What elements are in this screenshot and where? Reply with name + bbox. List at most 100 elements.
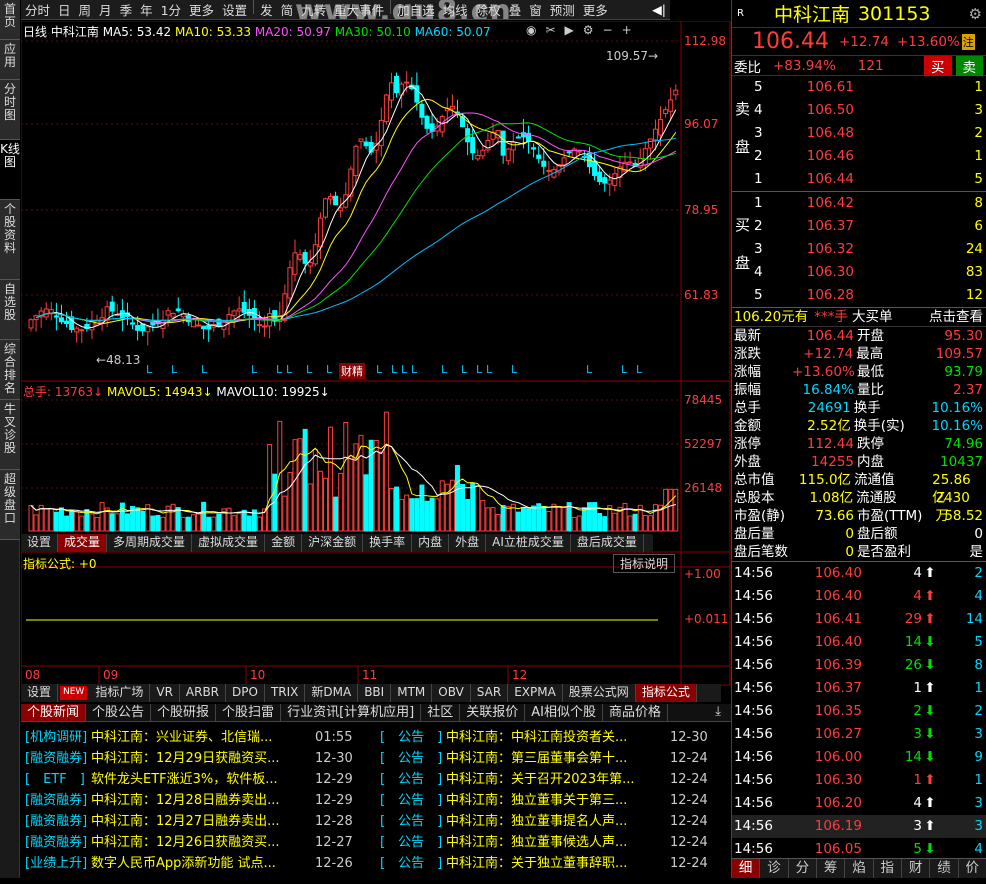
indtabs-2[interactable]: 指标广场: [89, 684, 151, 702]
kline-chart[interactable]: 112.98 96.07 78.95 61.83 78445 52297 26148 +1.0…: [21, 21, 731, 686]
indtabs-10[interactable]: OBV: [432, 684, 471, 702]
book-row[interactable]: 4 106.50 3: [732, 99, 986, 122]
indtabs-5[interactable]: DPO: [226, 684, 265, 702]
news-item[interactable]: [融资融券] 中科江南：12月29日获融资买... 12-30: [25, 748, 376, 769]
voltabs-2[interactable]: 多周期成交量: [107, 534, 193, 552]
newstabs-3[interactable]: 个股扫雷: [216, 704, 282, 721]
voltabs-8[interactable]: 外盘: [449, 534, 487, 552]
voltabs-9[interactable]: AI立桩成交量: [486, 534, 571, 552]
toolbar-item-1[interactable]: 日: [54, 0, 75, 19]
news-item[interactable]: [融资融券] 中科江南：12月26日获融资买... 12-27: [25, 832, 376, 853]
news-title[interactable]: 数字人民币App添新功能 试点...: [91, 853, 311, 874]
news-item[interactable]: [ 公告 ] 中科江南：关于独立董事辞职... 12-24: [380, 853, 731, 874]
newstabs-1[interactable]: 个股公告: [86, 704, 152, 721]
news-title[interactable]: 中科江南：12月28日融券卖出...: [91, 790, 311, 811]
newstabs-5[interactable]: 社区: [421, 704, 461, 721]
indtabs-8[interactable]: BBI: [358, 684, 392, 702]
sidebar-toggle-icon[interactable]: ◀|: [648, 2, 670, 17]
news-title[interactable]: 软件龙头ETF涨近3%，软件板...: [91, 769, 311, 790]
news-item[interactable]: [机构调研] 中科江南：兴业证券、北信瑞... 01:55: [25, 727, 376, 748]
indtabs-13[interactable]: 股票公式网: [563, 684, 636, 702]
plus-icon[interactable]: +: [622, 23, 632, 37]
left-tab-7[interactable]: 牛叉诊股: [0, 400, 20, 470]
voltabs-1[interactable]: 成交量: [58, 534, 108, 552]
book-row[interactable]: 4 106.30 83: [732, 261, 986, 284]
indtabs-6[interactable]: TRIX: [265, 684, 306, 702]
toolbar-item-2[interactable]: 周: [75, 0, 96, 19]
book-row[interactable]: 3 106.48 2: [732, 122, 986, 145]
finance-badge[interactable]: 财精: [339, 363, 365, 379]
eye-icon[interactable]: ◉: [526, 23, 536, 37]
bottom-tab-0[interactable]: 细: [732, 859, 761, 878]
toolbar-item-5[interactable]: 年: [136, 0, 157, 19]
indtabs-11[interactable]: SAR: [471, 684, 509, 702]
indicator-explain-button[interactable]: 指标说明: [613, 554, 676, 573]
bottom-tab-7[interactable]: 绩: [930, 859, 959, 878]
news-title[interactable]: 中科江南：12月29日获融资买...: [91, 748, 311, 769]
voltabs-4[interactable]: 金额: [265, 534, 303, 552]
news-title[interactable]: 中科江南：12月26日获融资买...: [91, 832, 311, 853]
bottom-tab-3[interactable]: 筹: [817, 859, 846, 878]
news-item[interactable]: [ 公告 ] 中科江南：第三届董事会第十... 12-24: [380, 748, 731, 769]
indtabs-7[interactable]: 新DMA: [305, 684, 359, 702]
toolbar-item-0[interactable]: 分时: [21, 0, 54, 19]
big-order-link[interactable]: 点击查看: [929, 308, 983, 326]
left-tab-0[interactable]: 首页: [0, 0, 20, 40]
sell-button[interactable]: 卖: [955, 55, 983, 76]
news-item[interactable]: [ ETF ] 软件龙头ETF涨近3%，软件板... 12-29: [25, 769, 376, 790]
news-item[interactable]: [ 公告 ] 中科江南：关于召开2023年第... 12-24: [380, 769, 731, 790]
indtabs-4[interactable]: ARBR: [180, 684, 227, 702]
note-badge[interactable]: 注: [961, 33, 975, 50]
book-row[interactable]: 2 106.37 6: [732, 215, 986, 238]
news-title[interactable]: 中科江南：独立董事提名人声...: [446, 811, 666, 832]
play-icon[interactable]: ▶: [565, 23, 574, 37]
news-item[interactable]: [融资融券] 中科江南：12月27日融券卖出... 12-28: [25, 811, 376, 832]
indtabs-0[interactable]: 设置: [21, 684, 59, 702]
gear-icon[interactable]: ⚙: [969, 5, 982, 23]
newstabs-6[interactable]: 关联报价: [460, 704, 526, 721]
voltabs-6[interactable]: 换手率: [363, 534, 413, 552]
news-title[interactable]: 中科江南：独立董事候选人声...: [446, 832, 666, 853]
left-tab-2[interactable]: 分时图: [0, 80, 20, 140]
book-row[interactable]: 1 106.42 8: [732, 192, 986, 215]
toolbar-item-6[interactable]: 1分: [157, 0, 185, 19]
indtabs-9[interactable]: MTM: [391, 684, 433, 702]
toolbar-item-8[interactable]: 设置: [218, 0, 251, 19]
left-tab-8[interactable]: 超级盘口: [0, 470, 20, 540]
left-tab-4[interactable]: 个股资料: [0, 200, 20, 280]
news-item[interactable]: [ 公告 ] 中科江南：独立董事提名人声... 12-24: [380, 811, 731, 832]
newstabs-2[interactable]: 个股研报: [151, 704, 217, 721]
news-title[interactable]: 中科江南：第三届董事会第十...: [446, 748, 666, 769]
bottom-tab-8[interactable]: 价: [959, 859, 986, 878]
toolbar-item-4[interactable]: 季: [116, 0, 137, 19]
news-title[interactable]: 中科江南：中科江南投资者关...: [446, 727, 666, 748]
toolbar-item-7[interactable]: 更多: [185, 0, 218, 19]
book-row[interactable]: 1 106.44 5: [732, 168, 986, 191]
book-row[interactable]: 2 106.46 1: [732, 145, 986, 168]
download-icon[interactable]: ⤓: [715, 704, 721, 719]
news-item[interactable]: [业绩上升] 数字人民币App添新功能 试点... 12-26: [25, 853, 376, 874]
bottom-tab-5[interactable]: 指: [874, 859, 902, 878]
news-title[interactable]: 中科江南：兴业证券、北信瑞...: [91, 727, 311, 748]
news-item[interactable]: [ 公告 ] 中科江南：独立董事关于第三... 12-24: [380, 790, 731, 811]
news-title[interactable]: 中科江南：12月27日融券卖出...: [91, 811, 311, 832]
voltabs-7[interactable]: 内盘: [412, 534, 450, 552]
minus-icon[interactable]: −: [603, 23, 613, 37]
indtabs-12[interactable]: EXPMA: [508, 684, 563, 702]
news-item[interactable]: [ 公告 ] 中科江南：独立董事候选人声... 12-24: [380, 832, 731, 853]
toolbar-item-9[interactable]: 发: [256, 0, 277, 19]
news-item[interactable]: [融资融券] 中科江南：12月28日融券卖出... 12-29: [25, 790, 376, 811]
buy-button[interactable]: 买: [924, 55, 952, 76]
bottom-tab-2[interactable]: 分: [789, 859, 817, 878]
left-tab-5[interactable]: 自选股: [0, 280, 20, 340]
toolbar-item-19[interactable]: 更多: [579, 0, 612, 19]
indtabs-3[interactable]: VR: [150, 684, 180, 702]
bottom-tab-4[interactable]: 焰: [845, 859, 874, 878]
newstabs-8[interactable]: 商品价格: [603, 704, 668, 721]
left-tab-3[interactable]: K线图: [0, 140, 20, 200]
book-row[interactable]: 3 106.32 24: [732, 238, 986, 261]
bottom-tab-6[interactable]: 财: [902, 859, 931, 878]
book-row[interactable]: 5 106.61 1: [732, 76, 986, 99]
news-title[interactable]: 中科江南：关于召开2023年第...: [446, 769, 666, 790]
bottom-tab-1[interactable]: 诊: [760, 859, 789, 878]
